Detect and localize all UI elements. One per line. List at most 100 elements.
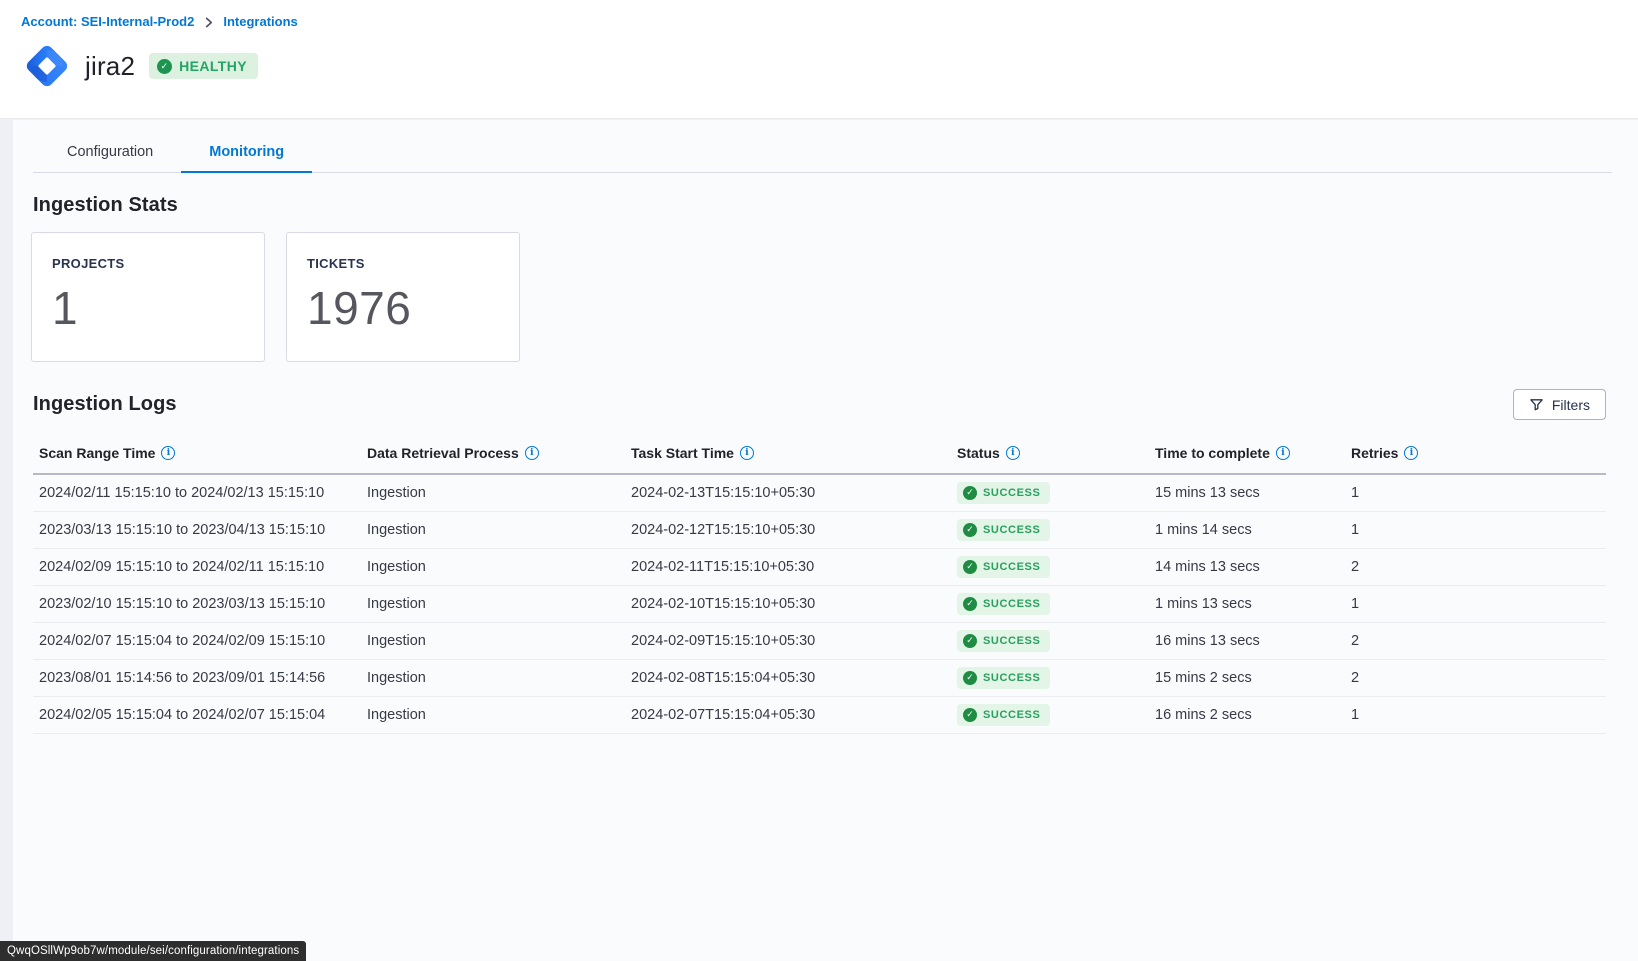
- cell-retries: 2: [1345, 622, 1606, 659]
- stat-card-projects: PROJECTS 1: [31, 232, 265, 362]
- column-header-status: Status: [951, 435, 1149, 474]
- status-badge: SUCCESS: [957, 630, 1050, 652]
- main-content: Configuration Monitoring Ingestion Stats…: [13, 120, 1638, 961]
- status-text: SUCCESS: [983, 487, 1040, 499]
- page-title: jira2: [85, 51, 135, 82]
- check-icon: [157, 59, 172, 74]
- status-badge: SUCCESS: [957, 556, 1050, 578]
- cell-scan-range: 2024/02/05 15:15:04 to 2024/02/07 15:15:…: [33, 696, 361, 733]
- filter-funnel-icon: [1529, 397, 1544, 412]
- table-row: 2024/02/11 15:15:10 to 2024/02/13 15:15:…: [33, 474, 1606, 511]
- column-label: Scan Range Time: [39, 445, 155, 461]
- column-label: Time to complete: [1155, 445, 1270, 461]
- cell-status: SUCCESS: [951, 511, 1149, 548]
- filters-button[interactable]: Filters: [1513, 389, 1606, 420]
- column-label: Data Retrieval Process: [367, 445, 519, 461]
- status-text: SUCCESS: [983, 561, 1040, 573]
- cell-time-to-complete: 15 mins 13 secs: [1149, 474, 1345, 511]
- health-status-label: HEALTHY: [179, 58, 247, 74]
- column-header-retries: Retries: [1345, 435, 1606, 474]
- cell-task-start: 2024-02-08T15:15:04+05:30: [625, 659, 951, 696]
- table-row: 2024/02/07 15:15:04 to 2024/02/09 15:15:…: [33, 622, 1606, 659]
- cell-task-start: 2024-02-13T15:15:10+05:30: [625, 474, 951, 511]
- status-text: SUCCESS: [983, 524, 1040, 536]
- status-text: SUCCESS: [983, 709, 1040, 721]
- cell-retries: 2: [1345, 548, 1606, 585]
- cell-time-to-complete: 16 mins 13 secs: [1149, 622, 1345, 659]
- check-icon: [963, 523, 977, 537]
- column-header-time-to-complete: Time to complete: [1149, 435, 1345, 474]
- integration-title-row: jira2 HEALTHY: [21, 40, 1638, 92]
- status-text: SUCCESS: [983, 598, 1040, 610]
- status-badge: SUCCESS: [957, 593, 1050, 615]
- page-header: Account: SEI-Internal-Prod2 Integrations…: [0, 0, 1638, 119]
- cell-task-start: 2024-02-07T15:15:04+05:30: [625, 696, 951, 733]
- info-icon[interactable]: [740, 446, 754, 460]
- ingestion-logs-header: Ingestion Logs Filters: [33, 389, 1606, 420]
- jira-logo-icon: [21, 40, 73, 92]
- stat-label: PROJECTS: [52, 256, 244, 271]
- info-icon[interactable]: [525, 446, 539, 460]
- cell-process: Ingestion: [361, 622, 625, 659]
- cell-retries: 1: [1345, 511, 1606, 548]
- table-row: 2023/02/10 15:15:10 to 2023/03/13 15:15:…: [33, 585, 1606, 622]
- cell-process: Ingestion: [361, 659, 625, 696]
- table-header-row: Scan Range Time Data Retrieval Process T…: [33, 435, 1606, 474]
- cell-time-to-complete: 14 mins 13 secs: [1149, 548, 1345, 585]
- stat-label: TICKETS: [307, 256, 499, 271]
- cell-task-start: 2024-02-10T15:15:10+05:30: [625, 585, 951, 622]
- ingestion-logs-title: Ingestion Logs: [33, 393, 177, 416]
- check-icon: [963, 634, 977, 648]
- table-row: 2024/02/09 15:15:10 to 2024/02/11 15:15:…: [33, 548, 1606, 585]
- tab-configuration[interactable]: Configuration: [39, 136, 181, 172]
- cell-retries: 1: [1345, 696, 1606, 733]
- column-header-data-retrieval-process: Data Retrieval Process: [361, 435, 625, 474]
- status-text: SUCCESS: [983, 635, 1040, 647]
- info-icon[interactable]: [161, 446, 175, 460]
- table-row: 2023/03/13 15:15:10 to 2023/04/13 15:15:…: [33, 511, 1606, 548]
- chevron-right-icon: [203, 17, 214, 28]
- status-badge: SUCCESS: [957, 704, 1050, 726]
- breadcrumb-integrations-link[interactable]: Integrations: [223, 14, 297, 29]
- cell-scan-range: 2024/02/11 15:15:10 to 2024/02/13 15:15:…: [33, 474, 361, 511]
- ingestion-stats-title: Ingestion Stats: [33, 194, 1618, 217]
- check-icon: [963, 486, 977, 500]
- column-header-scan-range-time: Scan Range Time: [33, 435, 361, 474]
- cell-retries: 1: [1345, 585, 1606, 622]
- breadcrumb: Account: SEI-Internal-Prod2 Integrations: [21, 14, 1638, 29]
- filters-button-label: Filters: [1552, 397, 1590, 413]
- cell-scan-range: 2024/02/09 15:15:10 to 2024/02/11 15:15:…: [33, 548, 361, 585]
- stat-value: 1976: [307, 281, 499, 335]
- ingestion-logs-table: Scan Range Time Data Retrieval Process T…: [33, 435, 1606, 734]
- tab-monitoring[interactable]: Monitoring: [181, 136, 312, 172]
- cell-process: Ingestion: [361, 548, 625, 585]
- cell-status: SUCCESS: [951, 585, 1149, 622]
- cell-time-to-complete: 1 mins 13 secs: [1149, 585, 1345, 622]
- table-row: 2024/02/05 15:15:04 to 2024/02/07 15:15:…: [33, 696, 1606, 733]
- column-label: Retries: [1351, 445, 1398, 461]
- link-url-tooltip: QwqOSllWp9ob7w/module/sei/configuration/…: [0, 941, 306, 961]
- breadcrumb-account-link[interactable]: Account: SEI-Internal-Prod2: [21, 14, 194, 29]
- cell-task-start: 2024-02-12T15:15:10+05:30: [625, 511, 951, 548]
- cell-retries: 1: [1345, 474, 1606, 511]
- cell-process: Ingestion: [361, 511, 625, 548]
- cell-scan-range: 2023/08/01 15:14:56 to 2023/09/01 15:14:…: [33, 659, 361, 696]
- cell-status: SUCCESS: [951, 696, 1149, 733]
- cell-scan-range: 2023/03/13 15:15:10 to 2023/04/13 15:15:…: [33, 511, 361, 548]
- info-icon[interactable]: [1404, 446, 1418, 460]
- cell-time-to-complete: 15 mins 2 secs: [1149, 659, 1345, 696]
- column-header-task-start-time: Task Start Time: [625, 435, 951, 474]
- table-row: 2023/08/01 15:14:56 to 2023/09/01 15:14:…: [33, 659, 1606, 696]
- cell-status: SUCCESS: [951, 622, 1149, 659]
- info-icon[interactable]: [1276, 446, 1290, 460]
- check-icon: [963, 560, 977, 574]
- cell-retries: 2: [1345, 659, 1606, 696]
- info-icon[interactable]: [1006, 446, 1020, 460]
- cell-scan-range: 2024/02/07 15:15:04 to 2024/02/09 15:15:…: [33, 622, 361, 659]
- stat-value: 1: [52, 281, 244, 335]
- column-label: Task Start Time: [631, 445, 734, 461]
- status-badge: SUCCESS: [957, 667, 1050, 689]
- status-badge: SUCCESS: [957, 482, 1050, 504]
- cell-process: Ingestion: [361, 585, 625, 622]
- status-text: SUCCESS: [983, 672, 1040, 684]
